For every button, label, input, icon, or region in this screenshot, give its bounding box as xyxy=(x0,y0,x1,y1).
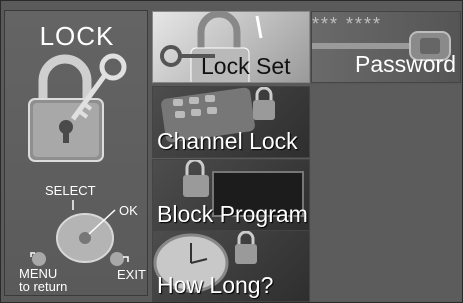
menu-item-label: How Long? xyxy=(157,272,274,298)
menu-item-label: Block Program xyxy=(157,201,308,227)
menu-item-label: Lock Set xyxy=(201,53,291,79)
menu-item-label: Channel Lock xyxy=(157,128,298,154)
menu-item-how-long[interactable]: How Long? xyxy=(152,230,310,302)
left-info-panel: LOCK SELECT OK MENU to return EXIT xyxy=(4,10,148,296)
padlock-key-icon xyxy=(28,53,127,162)
exit-label: EXIT xyxy=(117,267,146,282)
menu-item-password[interactable]: *** **** Password xyxy=(311,11,461,83)
menu-item-label: Password xyxy=(355,51,456,77)
menu-hint: MENU to return xyxy=(19,267,67,293)
menu-sub-label: to return xyxy=(19,279,68,294)
menu-item-channel-lock[interactable]: Channel Lock xyxy=(152,86,310,158)
menu-item-block-program[interactable]: Block Program xyxy=(152,159,310,231)
page-title: LOCK xyxy=(39,21,115,51)
content-area xyxy=(311,85,461,301)
ok-label: OK xyxy=(119,203,138,218)
exit-button-icon xyxy=(110,252,129,266)
menu-item-lock-set[interactable]: Lock Set xyxy=(152,11,310,83)
lock-menu-screen: LOCK SELECT OK MENU to return EXIT Lock … xyxy=(0,0,463,303)
